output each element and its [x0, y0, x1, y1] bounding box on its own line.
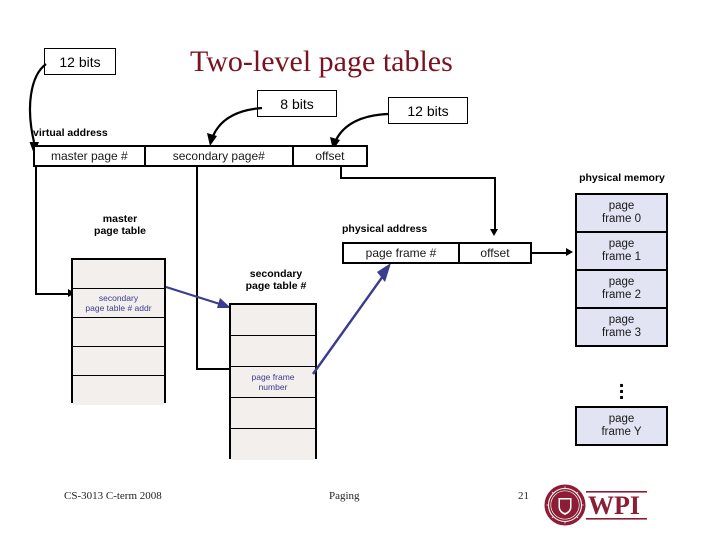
secondary-page-table-row-entry[interactable]: page frame number [231, 367, 315, 398]
master-page-table-row-entry[interactable]: secondary page table # addr [73, 289, 164, 318]
master-page-table-caption: master page table [72, 213, 168, 237]
svg-text:WPI: WPI [588, 491, 640, 520]
physical-memory-frame[interactable]: page frame 2 [575, 269, 668, 309]
physical-memory-frame[interactable]: page frame 3 [575, 307, 668, 347]
frame-line1: page [608, 314, 635, 326]
physical-memory-label: physical memory [579, 172, 665, 184]
connector-secondary-horizontal [196, 368, 232, 370]
master-page-table-row[interactable] [73, 260, 164, 289]
physical-address-bar: page frame # offset [342, 242, 532, 264]
connector-physical-to-memory [532, 252, 568, 254]
master-page-table-row[interactable] [73, 347, 164, 376]
connector-master-vertical [35, 167, 37, 295]
master-entry-line2: page table # addr [85, 303, 152, 313]
frame-line2: frame 0 [602, 213, 641, 225]
frame-line2: frame 2 [602, 289, 641, 301]
footer-page-number: 21 [518, 490, 529, 502]
physical-memory-frame[interactable]: page frame 1 [575, 231, 668, 271]
callout-secondary-arrow-icon [207, 106, 263, 146]
master-page-table-row[interactable] [73, 376, 164, 405]
master-page-table-row[interactable] [73, 318, 164, 347]
virtual-address-bar: master page # secondary page# offset [33, 145, 368, 167]
physical-memory-ellipsis-icon: ... [618, 370, 625, 404]
secondary-page-table-row[interactable] [231, 305, 315, 336]
physical-memory-frame-last[interactable]: page frame Y [575, 406, 668, 446]
master-entry-line1: secondary [98, 293, 139, 303]
slide-canvas: Two-level page tables 12 bits 8 bits 12 … [0, 0, 720, 540]
physical-address-label: physical address [342, 223, 428, 235]
connector-offset-vertical-b [494, 177, 496, 231]
secondary-entry-line1: page frame [251, 372, 295, 382]
physical-memory-frame[interactable]: page frame 0 [575, 193, 668, 233]
footer-topic: Paging [329, 490, 360, 502]
frame-last-line2: frame Y [601, 426, 642, 438]
footer-course: CS-3013 C-term 2008 [64, 490, 162, 502]
connector-physical-arrowhead-icon [566, 248, 573, 256]
connector-offset-horizontal [340, 177, 496, 179]
page-title: Two-level page tables [190, 45, 453, 78]
frame-line1: page [608, 200, 635, 212]
physical-address-field-frame: page frame # [344, 244, 460, 262]
secondary-entry-line2: number [258, 382, 288, 392]
physical-address-field-offset: offset [480, 246, 510, 260]
secondary-page-table: page frame number [229, 303, 317, 460]
virtual-address-field-offset: offset [315, 149, 345, 163]
secondary-page-table-row[interactable] [231, 398, 315, 429]
callout-offset-bits: 12 bits [388, 97, 468, 124]
secondary-page-table-row[interactable] [231, 336, 315, 367]
master-page-table-caption-line2: page table [94, 225, 146, 237]
secondary-page-table-row[interactable] [231, 429, 315, 460]
physical-memory-column: page frame 0 page frame 1 page frame 2 p… [575, 193, 668, 347]
virtual-address-field-secondary: secondary page# [146, 147, 294, 165]
pointer-secondary-to-physical-icon [312, 263, 391, 375]
virtual-address-field-master: master page # [35, 147, 146, 165]
master-page-table-caption-line1: master [102, 213, 138, 225]
wpi-logo-icon: WPI [544, 484, 647, 526]
frame-line1: page [608, 276, 635, 288]
connector-offset-arrowhead-icon [490, 229, 498, 236]
frame-last-line1: page [608, 413, 635, 425]
connector-secondary-vertical [196, 167, 198, 370]
connector-master-horizontal [35, 293, 71, 295]
frame-line2: frame 1 [602, 251, 641, 263]
frame-line2: frame 3 [602, 327, 641, 339]
physical-memory-last-frame-wrapper: page frame Y [575, 406, 668, 446]
virtual-address-label: virtual address [33, 127, 108, 139]
frame-line1: page [608, 238, 635, 250]
master-page-table: secondary page table # addr [71, 258, 166, 405]
